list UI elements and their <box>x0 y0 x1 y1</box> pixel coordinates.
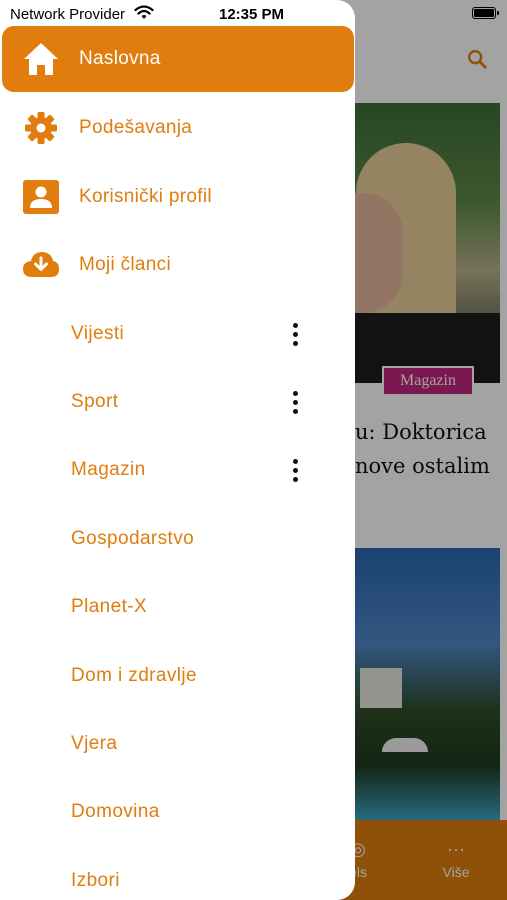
more-options-icon[interactable] <box>286 319 304 349</box>
menu-item-naslovna[interactable]: Naslovna <box>2 26 354 92</box>
category-izbori[interactable]: Izbori <box>0 855 355 900</box>
category-planet-x[interactable]: Planet-X <box>0 581 355 633</box>
navigation-drawer: Naslovna Podešavanja Korisnički profil M… <box>0 0 355 900</box>
battery-icon <box>472 7 499 19</box>
menu-item-label: Naslovna <box>79 48 161 69</box>
menu-item-label: Moji članci <box>79 254 171 275</box>
cloud-download-icon <box>22 246 60 284</box>
carrier-label: Network Provider <box>10 6 126 23</box>
more-options-icon[interactable] <box>286 455 304 485</box>
home-icon <box>22 40 60 78</box>
menu-item-moji-clanci[interactable]: Moji članci <box>2 232 354 298</box>
category-label: Vijesti <box>71 323 125 344</box>
gear-icon <box>22 109 60 147</box>
category-label: Domovina <box>71 801 160 822</box>
menu-item-label: Podešavanja <box>79 117 193 138</box>
wifi-icon <box>134 5 154 19</box>
category-label: Dom i zdravlje <box>71 665 197 686</box>
menu-item-korisnicki-profil[interactable]: Korisnički profil <box>2 164 354 230</box>
menu-item-podesavanja[interactable]: Podešavanja <box>2 95 354 161</box>
category-vijesti[interactable]: Vijesti <box>0 308 355 360</box>
status-bar: Network Provider 12:35 PM <box>0 0 507 28</box>
category-vjera[interactable]: Vjera <box>0 718 355 770</box>
category-domovina[interactable]: Domovina <box>0 786 355 838</box>
user-profile-icon <box>22 178 60 216</box>
category-label: Vjera <box>71 733 118 754</box>
more-options-icon[interactable] <box>286 387 304 417</box>
category-label: Gospodarstvo <box>71 528 195 549</box>
menu-item-label: Korisnički profil <box>79 186 212 207</box>
category-dom-i-zdravlje[interactable]: Dom i zdravlje <box>0 650 355 702</box>
category-gospodarstvo[interactable]: Gospodarstvo <box>0 513 355 565</box>
category-label: Planet-X <box>71 596 148 617</box>
status-time: 12:35 PM <box>219 6 285 23</box>
category-label: Magazin <box>71 459 146 480</box>
category-sport[interactable]: Sport <box>0 376 355 428</box>
category-label: Izbori <box>71 870 120 891</box>
category-label: Sport <box>71 391 119 412</box>
category-magazin[interactable]: Magazin <box>0 444 355 496</box>
